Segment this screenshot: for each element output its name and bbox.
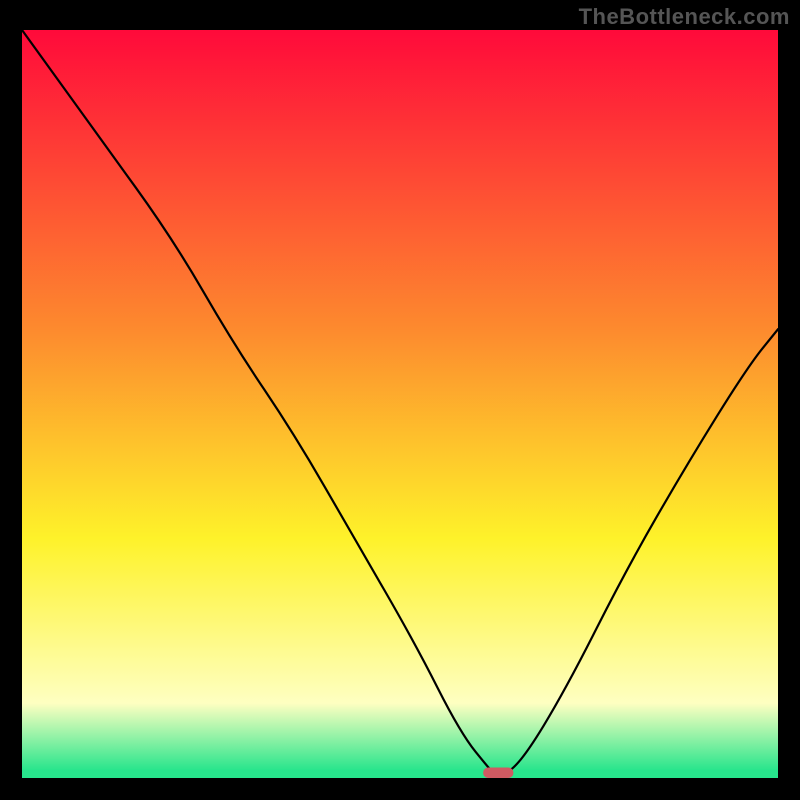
chart-frame: TheBottleneck.com xyxy=(0,0,800,800)
plot-area xyxy=(22,30,778,778)
gradient-background xyxy=(22,30,778,778)
minimum-marker xyxy=(483,768,513,778)
chart-svg xyxy=(22,30,778,778)
watermark-text: TheBottleneck.com xyxy=(579,4,790,30)
